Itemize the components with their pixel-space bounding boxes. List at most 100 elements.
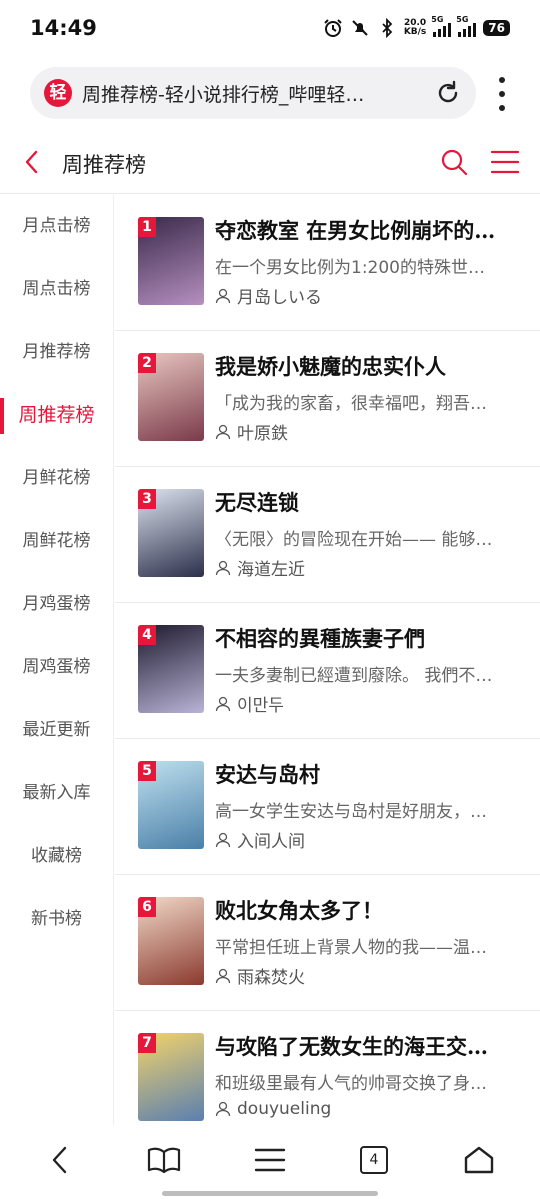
book-item[interactable]: 6 败北女角太多了！ 平常担任班上背景人物的我——温… 雨森焚火 xyxy=(115,875,540,1011)
book-item[interactable]: 7 与攻陷了无数女生的海王交… 和班级里最有人气的帅哥交换了身… douyueling xyxy=(115,1011,540,1125)
address-bar[interactable]: 轻 周推荐榜-轻小说排行榜_哔哩轻… xyxy=(30,67,476,119)
user-icon xyxy=(215,1101,231,1117)
sidebar-item[interactable]: 最新入库 xyxy=(0,762,113,825)
search-icon[interactable] xyxy=(440,148,468,176)
back-icon[interactable] xyxy=(22,148,42,176)
book-desc: 在一个男女比例为1:200的特殊世… xyxy=(215,258,485,278)
book-title[interactable]: 我是娇小魅魔的忠实仆人 xyxy=(215,351,525,381)
book-item[interactable]: 4 不相容的異種族妻子們一夫多妻制已經遭到廢除。 我們不… 이만두 xyxy=(115,603,540,739)
rank-badge: 5 xyxy=(138,761,156,781)
home-icon xyxy=(464,1146,494,1174)
book-desc: 〈无限〉的冒险现在开始—— 能够… xyxy=(215,530,493,550)
book-title[interactable]: 不相容的異種族妻子們 xyxy=(215,623,525,653)
book-title[interactable]: 败北女角太多了！ xyxy=(215,895,525,925)
net-speed: 20.0 KB/s xyxy=(403,18,427,37)
rank-badge: 4 xyxy=(138,625,156,645)
author-name: 이만두 xyxy=(237,696,284,716)
book-desc: 「成为我的家畜，很幸福吧，翔吾… xyxy=(215,394,487,414)
tab-count: 4 xyxy=(360,1146,388,1174)
book-item[interactable]: 5 安达与岛村高一女学生安达与岛村是好朋友，… 入间人间 xyxy=(115,739,540,875)
book-title[interactable]: 夺恋教室 在男女比例崩坏的… xyxy=(215,215,525,245)
signal-1-icon: 5G xyxy=(431,15,452,37)
author-name: 入间人间 xyxy=(237,832,305,852)
bookmarks-button[interactable] xyxy=(147,1143,181,1177)
user-icon xyxy=(215,696,231,711)
user-icon xyxy=(215,560,231,575)
sidebar-item[interactable]: 月推荐榜 xyxy=(0,321,113,384)
bottom-nav: 4 xyxy=(0,1125,540,1199)
book-icon xyxy=(147,1147,181,1174)
sidebar-item[interactable]: 周鸡蛋榜 xyxy=(0,636,113,699)
mute-icon xyxy=(352,20,368,36)
book-desc: 平常担任班上背景人物的我——温… xyxy=(215,938,487,958)
user-icon xyxy=(215,968,231,983)
sidebar-item[interactable]: 最近更新 xyxy=(0,699,113,762)
user-icon xyxy=(215,832,231,847)
alarm-icon xyxy=(324,19,342,37)
book-desc: 一夫多妻制已經遭到廢除。 我們不… xyxy=(215,666,493,686)
sidebar-item[interactable]: 周推荐榜 xyxy=(0,384,113,447)
book-author: 叶原鉄 xyxy=(215,419,288,444)
author-name: douyueling xyxy=(237,1099,332,1119)
book-cover[interactable]: 2 xyxy=(138,353,204,441)
reload-icon[interactable] xyxy=(434,79,462,107)
more-icon[interactable] xyxy=(496,77,508,111)
chevron-left-icon xyxy=(52,1146,67,1174)
author-name: 月岛しいる xyxy=(237,288,322,308)
list-menu-icon[interactable] xyxy=(490,149,520,175)
sidebar-item[interactable]: 月点击榜 xyxy=(0,195,113,258)
book-item[interactable]: 1 夺恋教室 在男女比例崩坏的… 在一个男女比例为1:200的特殊世… 月岛しいる xyxy=(115,195,540,331)
tabs-button[interactable]: 4 xyxy=(357,1143,391,1177)
sidebar-item[interactable]: 周鲜花榜 xyxy=(0,510,113,573)
book-cover[interactable]: 7 xyxy=(138,1033,204,1121)
book-list: 1 夺恋教室 在男女比例崩坏的… 在一个男女比例为1:200的特殊世… 月岛しいる 2 我… xyxy=(115,195,540,1125)
book-cover[interactable]: 5 xyxy=(138,761,204,849)
author-name: 海道左近 xyxy=(237,560,305,580)
status-time: 14:49 xyxy=(30,16,97,40)
rank-badge: 3 xyxy=(138,489,156,509)
book-author: 入间人间 xyxy=(215,827,305,852)
book-author: 雨森焚火 xyxy=(215,963,305,988)
book-item[interactable]: 2 我是娇小魅魔的忠实仆人「成为我的家畜，很幸福吧，翔吾… 叶原鉄 xyxy=(115,331,540,467)
rank-badge: 2 xyxy=(138,353,156,373)
user-icon xyxy=(215,424,231,439)
book-author: 月岛しいる xyxy=(215,283,322,308)
book-title[interactable]: 安达与岛村 xyxy=(215,759,525,789)
page-title: 周推荐榜 xyxy=(62,153,146,177)
nav-back-button[interactable] xyxy=(43,1143,77,1177)
book-cover[interactable]: 3 xyxy=(138,489,204,577)
bluetooth-icon xyxy=(382,18,393,38)
menu-button[interactable] xyxy=(253,1143,287,1177)
book-author: 海道左近 xyxy=(215,555,305,580)
sidebar-item[interactable]: 收藏榜 xyxy=(0,825,113,888)
book-cover[interactable]: 1 xyxy=(138,217,204,305)
status-bar: 14:49 20.0 KB/s 5G 5G 76 xyxy=(0,0,540,62)
hamburger-icon xyxy=(254,1148,286,1172)
book-item[interactable]: 3 无尽连锁〈无限〉的冒险现在开始—— 能够… 海道左近 xyxy=(115,467,540,603)
book-cover[interactable]: 6 xyxy=(138,897,204,985)
book-author: 이만두 xyxy=(215,691,284,716)
url-title[interactable]: 周推荐榜-轻小说排行榜_哔哩轻… xyxy=(82,80,422,107)
book-cover[interactable]: 4 xyxy=(138,625,204,713)
battery-icon: 76 xyxy=(483,20,510,36)
book-title[interactable]: 无尽连锁 xyxy=(215,487,525,517)
rank-badge: 1 xyxy=(138,217,156,237)
book-title[interactable]: 与攻陷了无数女生的海王交… xyxy=(215,1031,525,1061)
author-name: 雨森焚火 xyxy=(237,968,305,988)
book-author: douyueling xyxy=(215,1099,331,1119)
sidebar-item[interactable]: 周点击榜 xyxy=(0,258,113,321)
sidebar-item[interactable]: 月鸡蛋榜 xyxy=(0,573,113,636)
rank-badge: 7 xyxy=(138,1033,156,1053)
book-desc: 和班级里最有人气的帅哥交换了身… xyxy=(215,1074,487,1094)
page-header: 周推荐榜 xyxy=(0,130,540,194)
author-name: 叶原鉄 xyxy=(237,424,288,444)
site-logo: 轻 xyxy=(44,79,72,107)
rank-badge: 6 xyxy=(138,897,156,917)
user-icon xyxy=(215,288,231,303)
book-desc: 高一女学生安达与岛村是好朋友，… xyxy=(215,802,487,822)
sidebar-item[interactable]: 新书榜 xyxy=(0,888,113,951)
status-icons: 20.0 KB/s 5G 5G 76 xyxy=(323,15,510,38)
home-button[interactable] xyxy=(462,1143,496,1177)
gesture-handle[interactable] xyxy=(162,1191,378,1196)
sidebar-item[interactable]: 月鲜花榜 xyxy=(0,447,113,510)
